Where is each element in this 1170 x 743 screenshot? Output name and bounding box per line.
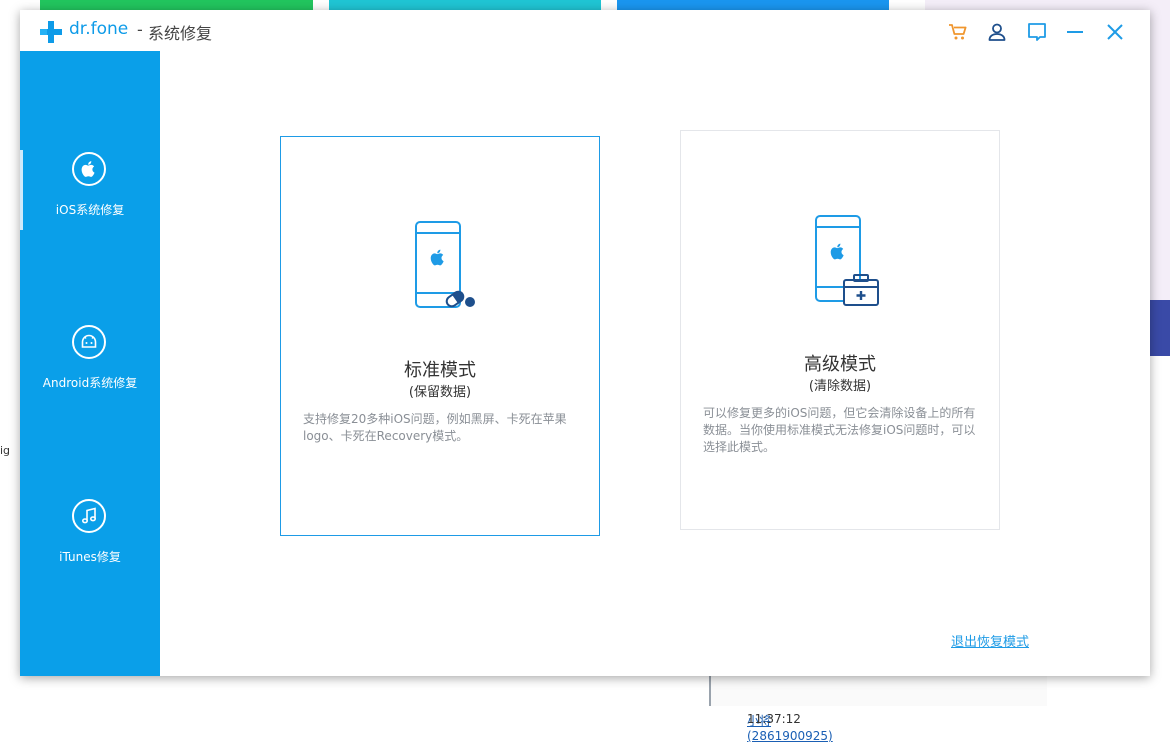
sidebar-item-label: iTunes修复 [59,550,121,564]
drfone-window: dr.fone - 系统修复 iOS系统修复 Android系统修复 iTune… [20,10,1150,676]
advanced-mode-card[interactable]: 高级模式 (清除数据) 可以修复更多的iOS问题，但它会清除设备上的所有数据。当… [680,130,1000,530]
minimize-icon[interactable] [1064,21,1086,43]
title-separator: - [137,20,143,39]
sidebar: iOS系统修复 Android系统修复 iTunes修复 [20,51,160,676]
brand-name: dr.fone [69,19,129,39]
background-tile-blue [617,0,889,10]
title-bar[interactable]: dr.fone - 系统修复 [20,10,1150,52]
cart-icon[interactable] [947,21,969,43]
background-tile-green [40,0,313,10]
phone-medkit-icon [811,211,881,311]
exit-recovery-mode-link[interactable]: 退出恢复模式 [951,631,1029,650]
feedback-icon[interactable] [1026,21,1048,43]
standard-mode-subtitle: (保留数据) [408,385,472,400]
main-content: 标准模式 (保留数据) 支持修复20多种iOS问题，例如黑屏、卡死在苹果logo… [160,51,1150,676]
background-status-bar: 小将(2861900925) 11:37:12 [709,676,1047,743]
advanced-mode-title: 高级模式 [804,354,876,375]
sidebar-item-android-repair[interactable]: Android系统修复 [20,325,160,405]
close-icon[interactable] [1104,21,1126,43]
sidebar-item-ios-repair[interactable]: iOS系统修复 [20,152,160,232]
android-icon [72,325,106,359]
standard-mode-title: 标准模式 [404,360,476,381]
music-note-icon [72,499,106,533]
user-icon[interactable] [986,21,1008,43]
sidebar-item-itunes-repair[interactable]: iTunes修复 [20,499,160,579]
window-title: 系统修复 [148,24,213,43]
background-tile-teal [329,0,601,10]
background-text-fragment: ig [0,444,11,457]
sidebar-item-label: iOS系统修复 [55,203,125,217]
sidebar-item-label: Android系统修复 [42,376,138,390]
background-bar [1148,300,1170,356]
standard-mode-description: 支持修复20多种iOS问题，例如黑屏、卡死在苹果logo、卡死在Recovery… [303,412,567,443]
advanced-mode-subtitle: (清除数据) [808,379,872,394]
drfone-logo-icon [40,21,62,43]
background-status-time: 11:37:12 [747,712,801,726]
apple-icon [72,152,106,186]
phone-pill-icon [411,217,481,317]
advanced-mode-description: 可以修复更多的iOS问题，但它会清除设备上的所有数据。当你使用标准模式无法修复i… [703,406,976,454]
standard-mode-card[interactable]: 标准模式 (保留数据) 支持修复20多种iOS问题，例如黑屏、卡死在苹果logo… [280,136,600,536]
